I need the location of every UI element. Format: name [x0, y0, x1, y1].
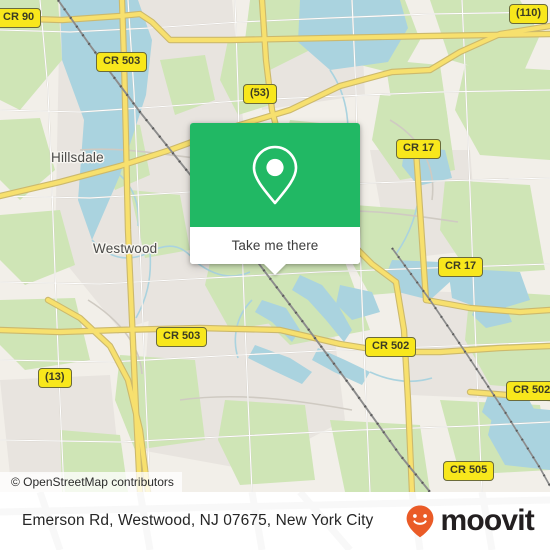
- route-shield-cr-17-s[interactable]: CR 17: [438, 257, 484, 277]
- map-canvas[interactable]: Hillsdale Westwood CR 90 CR 503 (53) (11…: [0, 0, 550, 492]
- moovit-brand-logo[interactable]: moovit: [402, 492, 535, 550]
- footer-address-text: Emerson Rd, Westwood, NJ 07675, New York…: [22, 512, 374, 529]
- map-attribution[interactable]: © OpenStreetMap contributors: [0, 472, 182, 492]
- popup-pointer: [264, 264, 286, 275]
- moovit-smiling-pin-icon: [407, 505, 434, 538]
- route-shield-cr-17-n[interactable]: CR 17: [396, 139, 442, 159]
- map-pin-icon: [252, 145, 298, 205]
- location-popup-card[interactable]: Take me there: [190, 123, 360, 275]
- route-shield-cr-502-w[interactable]: CR 502: [365, 337, 417, 357]
- route-shield-110[interactable]: (110): [509, 4, 549, 24]
- map-screen: Hillsdale Westwood CR 90 CR 503 (53) (11…: [0, 0, 550, 550]
- take-me-there-button[interactable]: Take me there: [190, 227, 360, 264]
- route-shield-cr-90[interactable]: CR 90: [0, 8, 42, 28]
- route-shield-cr-502-e[interactable]: CR 502: [506, 381, 550, 401]
- route-shield-53[interactable]: (53): [243, 84, 277, 104]
- take-me-there-label: Take me there: [231, 238, 319, 253]
- route-shield-13[interactable]: (13): [38, 368, 72, 388]
- popup-icon-area: [190, 123, 360, 227]
- route-shield-cr-503-s[interactable]: CR 503: [156, 327, 208, 347]
- footer-bar: Emerson Rd, Westwood, NJ 07675, New York…: [0, 492, 550, 550]
- moovit-wordmark: moovit: [440, 504, 534, 537]
- route-shield-cr-505[interactable]: CR 505: [443, 461, 495, 481]
- route-shield-cr-503-n[interactable]: CR 503: [96, 52, 148, 72]
